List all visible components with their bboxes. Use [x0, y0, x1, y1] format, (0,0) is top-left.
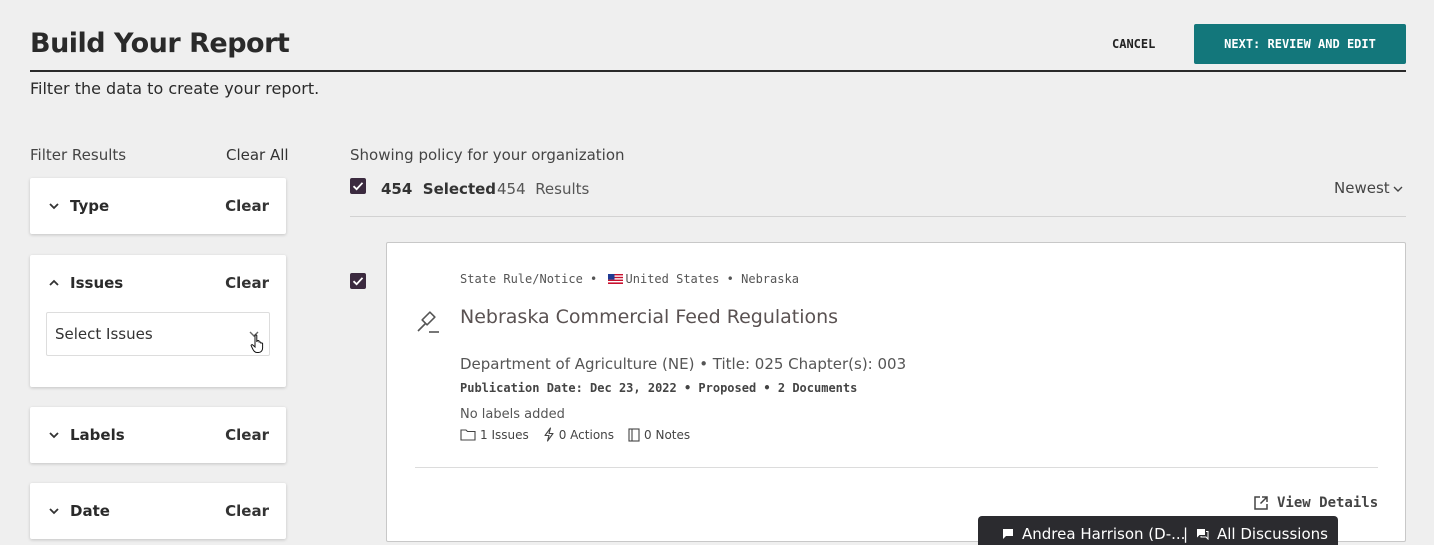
folder-icon [460, 429, 476, 441]
results-count-label: Results [535, 180, 590, 198]
discussions-bar: Andrea Harrison (D-... | All Discussions [978, 516, 1338, 545]
select-all-checkbox[interactable] [350, 178, 366, 194]
showing-policy-text: Showing policy for your organization [350, 146, 625, 164]
filter-date-clear-button[interactable]: Clear [225, 502, 269, 520]
filter-type-clear-button[interactable]: Clear [225, 197, 269, 215]
filter-labels-header[interactable]: Labels Clear [30, 407, 286, 463]
actions-stat[interactable]: 0 Actions [543, 427, 614, 442]
filter-results-label: Filter Results [30, 146, 127, 164]
filter-type-header[interactable]: Type Clear [30, 178, 286, 234]
filter-labels-clear-button[interactable]: Clear [225, 426, 269, 444]
filter-labels-card: Labels Clear [30, 407, 286, 463]
policy-row-checkbox[interactable] [350, 273, 366, 289]
policy-publication-info: Publication Date: Dec 23, 2022 • Propose… [460, 381, 858, 395]
chevron-down-icon [1393, 186, 1403, 192]
sort-dropdown[interactable]: Newest [1334, 179, 1390, 197]
policy-type: State Rule/Notice [460, 272, 583, 286]
filter-date-card: Date Clear [30, 483, 286, 539]
results-count-value: 454 [497, 180, 526, 198]
policy-stats: 1 Issues 0 Actions 0 Notes [460, 427, 704, 442]
filter-issues-title: Issues [70, 274, 124, 292]
selected-count-label: Selected [422, 180, 497, 198]
filter-labels-title: Labels [70, 426, 125, 444]
issues-stat[interactable]: 1 Issues [460, 428, 529, 442]
view-details-label: View Details [1277, 495, 1379, 511]
policy-labels: No labels added [460, 407, 565, 422]
policy-country: United States [625, 272, 720, 286]
check-icon [352, 182, 364, 191]
selected-count: 454 Selected [381, 180, 496, 198]
hand-cursor-icon [250, 334, 264, 353]
discussion-andrea-harrison[interactable]: Andrea Harrison (D-... [1002, 525, 1185, 543]
issues-count: 1 Issues [480, 427, 529, 442]
filter-issues-card: Issues Clear Select Issues [30, 255, 286, 387]
page-title: Build Your Report [30, 28, 290, 59]
discussions-separator: | [1183, 525, 1189, 543]
results-count: 454 Results [497, 180, 589, 198]
policy-department: Department of Agriculture (NE) • Title: … [460, 355, 907, 373]
chevron-down-icon [49, 508, 59, 515]
all-discussions-button[interactable]: All Discussions [1196, 525, 1328, 543]
issues-select-placeholder: Select Issues [55, 325, 153, 343]
filter-issues-header[interactable]: Issues Clear [30, 255, 286, 311]
notebook-icon [628, 427, 640, 442]
check-icon [352, 277, 364, 286]
policy-state: Nebraska [741, 272, 799, 286]
all-discussions-label: All Discussions [1217, 525, 1328, 543]
view-details-link[interactable]: View Details [1253, 495, 1378, 511]
filter-type-title: Type [70, 197, 110, 215]
gavel-icon [417, 311, 439, 333]
chat-icon [1003, 529, 1013, 539]
header-divider [30, 70, 1406, 72]
policy-title[interactable]: Nebraska Commercial Feed Regulations [460, 306, 838, 328]
lightning-icon [544, 427, 554, 442]
chevron-down-icon [49, 432, 59, 439]
external-link-icon [1254, 496, 1268, 510]
chat-bubbles-icon [1197, 529, 1209, 540]
discussion-andrea-label: Andrea Harrison (D-... [1022, 525, 1186, 543]
next-review-edit-button[interactable]: NEXT: REVIEW AND EDIT [1194, 24, 1406, 64]
results-divider [350, 216, 1406, 217]
notes-count: 0 Notes [644, 427, 691, 442]
chevron-down-icon [49, 203, 59, 210]
actions-count: 0 Actions [558, 427, 615, 442]
clear-all-button[interactable]: Clear All [226, 146, 289, 164]
selected-count-value: 454 [381, 180, 413, 198]
page-subtitle: Filter the data to create your report. [30, 79, 320, 98]
notes-stat[interactable]: 0 Notes [628, 428, 690, 442]
card-divider [415, 467, 1378, 468]
filter-issues-clear-button[interactable]: Clear [225, 274, 269, 292]
chevron-up-icon [49, 279, 59, 286]
filter-type-card: Type Clear [30, 178, 286, 234]
filter-date-header[interactable]: Date Clear [30, 483, 286, 539]
issues-select[interactable]: Select Issues [46, 312, 270, 356]
policy-card: State Rule/Notice • United States • Nebr… [386, 242, 1406, 542]
policy-meta: State Rule/Notice • United States • Nebr… [460, 272, 799, 286]
us-flag-icon [607, 274, 623, 284]
cancel-button[interactable]: CANCEL [1098, 36, 1169, 52]
filter-date-title: Date [70, 502, 110, 520]
